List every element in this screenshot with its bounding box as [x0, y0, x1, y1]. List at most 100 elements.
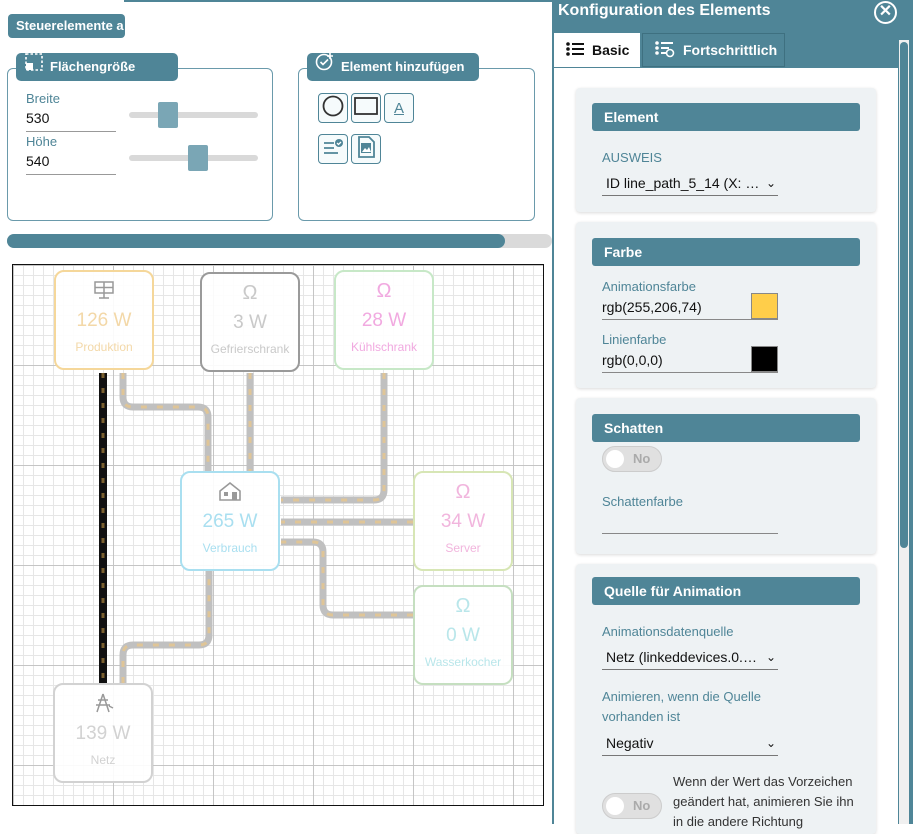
- config-panel-title: Konfiguration des Elements: [558, 2, 771, 19]
- shadow-toggle[interactable]: No: [602, 446, 662, 472]
- shadow-card: Schatten No Schattenfarbe: [576, 398, 876, 554]
- line-netz-verbrauch[interactable]: [119, 571, 213, 683]
- add-circle-button[interactable]: [318, 93, 348, 123]
- device-server[interactable]: Ω 34 W Server: [413, 471, 513, 571]
- device-name: Kühlschrank: [350, 340, 418, 354]
- element-card: Element AUSWEIS ID line_path_5_14 (X: … …: [576, 88, 876, 212]
- shadow-toggle-text: No: [633, 451, 651, 466]
- tab-advanced[interactable]: Fortschrittlich: [642, 33, 785, 67]
- device-name: Wasserkocher: [424, 655, 502, 669]
- area-size-title-text: Flächengröße: [50, 59, 136, 74]
- area-size-title: Flächengröße: [16, 53, 178, 81]
- config-vertical-scrollbar[interactable]: [899, 40, 909, 824]
- shadow-card-header: Schatten: [592, 414, 860, 442]
- image-file-icon: [356, 135, 376, 163]
- device-value: 265 W: [202, 511, 258, 532]
- device-netz[interactable]: 139 W Netz: [53, 683, 153, 783]
- animation-color-label: Animationsfarbe: [602, 279, 696, 294]
- chevron-down-icon: ⌄: [765, 176, 776, 190]
- device-verbrauch[interactable]: 265 W Verbrauch: [180, 471, 280, 571]
- reverse-toggle-text: No: [633, 798, 651, 813]
- height-input[interactable]: 540: [26, 153, 116, 175]
- socket-icon: Ω: [242, 282, 258, 304]
- controls-scrollbar-thumb[interactable]: [7, 234, 505, 248]
- power-pylon-icon: [55, 693, 151, 715]
- line-color-underline: [602, 372, 778, 373]
- reverse-direction-toggle[interactable]: No: [602, 793, 662, 819]
- element-id-select[interactable]: ID line_path_5_14 (X: … ⌄: [602, 170, 778, 196]
- chevron-down-icon: ⌄: [765, 650, 776, 664]
- height-label: Höhe: [26, 134, 58, 149]
- animate-when-label-2: vorhanden ist: [602, 709, 681, 724]
- line-color-value[interactable]: rgb(0,0,0): [602, 352, 663, 368]
- chevron-down-icon: ⌄: [765, 736, 776, 750]
- config-body: Element AUSWEIS ID line_path_5_14 (X: … …: [554, 68, 898, 834]
- animation-color-underline: [602, 319, 778, 320]
- height-slider-thumb[interactable]: [188, 145, 208, 171]
- close-icon[interactable]: ✕: [874, 1, 897, 24]
- line-color-label: Linienfarbe: [602, 332, 667, 347]
- device-name: Verbrauch: [202, 541, 258, 555]
- device-wasserkocher[interactable]: Ω 0 W Wasserkocher: [413, 585, 513, 685]
- animate-when-select[interactable]: Negativ ⌄: [602, 730, 778, 756]
- animation-source-label: Animationsdatenquelle: [602, 624, 734, 639]
- toggle-knob: [606, 450, 624, 468]
- reverse-direction-text-2: geändert hat, animieren Sie ihn: [673, 794, 854, 809]
- width-label: Breite: [26, 91, 60, 106]
- config-scroll-area: Element AUSWEIS ID line_path_5_14 (X: … …: [558, 68, 894, 834]
- config-scrollbar-thumb[interactable]: [900, 42, 908, 548]
- add-element-icon: [315, 52, 335, 82]
- solar-panel-icon: [56, 280, 152, 302]
- width-slider-thumb[interactable]: [158, 102, 178, 128]
- device-value: 34 W: [440, 511, 486, 532]
- add-rectangle-button[interactable]: [351, 93, 381, 123]
- top-tab-strip: [124, 0, 554, 2]
- reverse-direction-text-3: in die andere Richtung: [673, 814, 804, 829]
- device-gefrierschrank[interactable]: Ω 3 W Gefrierschrank: [200, 272, 300, 372]
- socket-icon: Ω: [455, 595, 471, 617]
- house-icon: [182, 481, 278, 503]
- controls-section-label: Steuerelemente a: [16, 18, 124, 33]
- layout-canvas[interactable]: 126 W Produktion Ω 3 W Gefrierschrank Ω …: [12, 264, 544, 806]
- animation-color-swatch[interactable]: [751, 293, 778, 319]
- device-produktion[interactable]: 126 W Produktion: [54, 270, 154, 370]
- area-size-icon: [24, 52, 44, 82]
- element-card-header: Element: [592, 103, 860, 131]
- text-icon: A: [393, 99, 404, 117]
- line-kuehlschrank-verbrauch[interactable]: [281, 373, 388, 504]
- width-input[interactable]: 530: [26, 110, 116, 132]
- controls-horizontal-scrollbar[interactable]: [7, 234, 552, 248]
- animation-source-header: Quelle für Animation: [592, 577, 860, 605]
- add-element-title-text: Element hinzufügen: [341, 59, 465, 74]
- controls-section-chip[interactable]: Steuerelemente a: [8, 14, 125, 38]
- add-element-title: Element hinzufügen: [307, 53, 479, 81]
- animation-color-value[interactable]: rgb(255,206,74): [602, 299, 702, 315]
- toggle-knob: [606, 797, 624, 815]
- rectangle-icon: [354, 96, 378, 121]
- device-value: 3 W: [233, 312, 267, 333]
- line-wasserkocher-verbrauch[interactable]: [281, 538, 413, 619]
- reverse-direction-text-1: Wenn der Wert das Vorzeichen: [673, 774, 853, 789]
- add-image-button[interactable]: [351, 134, 381, 164]
- line-produktion-verbrauch[interactable]: [119, 373, 212, 471]
- shadow-color-label: Schattenfarbe: [602, 494, 683, 509]
- socket-icon: Ω: [455, 481, 471, 503]
- device-name: Gefrierschrank: [210, 342, 290, 356]
- line-color-swatch[interactable]: [751, 346, 778, 372]
- color-card: Farbe Animationsfarbe rgb(255,206,74) Li…: [576, 222, 876, 388]
- socket-icon: Ω: [376, 280, 392, 302]
- datapoint-list-icon: [322, 137, 344, 162]
- tab-basic[interactable]: Basic: [554, 33, 640, 67]
- add-text-button[interactable]: A: [384, 93, 414, 123]
- list-icon: [566, 41, 584, 60]
- width-slider[interactable]: [129, 112, 258, 118]
- device-name: Server: [445, 541, 481, 555]
- color-card-header: Farbe: [592, 238, 860, 266]
- add-datapoint-button[interactable]: [318, 134, 348, 164]
- shadow-color-input[interactable]: [602, 516, 778, 534]
- device-value: 126 W: [76, 310, 132, 331]
- device-value: 139 W: [75, 723, 131, 744]
- device-value: 0 W: [446, 625, 480, 646]
- animation-source-select[interactable]: Netz (linkeddevices.0.… ⌄: [602, 644, 778, 670]
- device-kuehlschrank[interactable]: Ω 28 W Kühlschrank: [334, 270, 434, 370]
